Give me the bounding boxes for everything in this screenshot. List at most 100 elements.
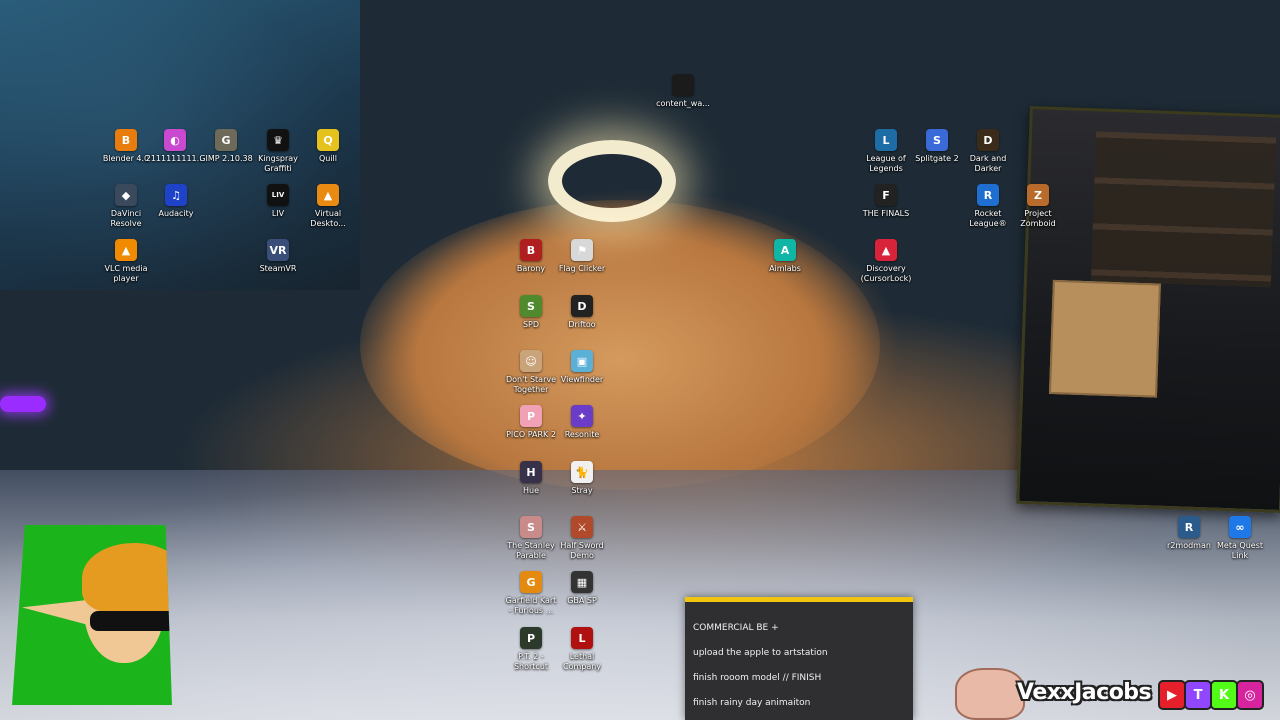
purple-light [0, 396, 46, 412]
desktop-icon[interactable]: F THE FINALS [849, 184, 923, 219]
kick-icon: K [1210, 680, 1238, 710]
gba-sp-icon: ▦ [571, 571, 593, 593]
desktop-icon-label: Discovery (CursorLock) [860, 264, 912, 283]
spd-icon: S [520, 295, 542, 317]
desktop-icon[interactable]: Q Quill [291, 129, 365, 164]
viewfinder-icon: ▣ [571, 350, 593, 372]
quill-icon: Q [317, 129, 339, 151]
todo-accent-bar [685, 597, 913, 602]
desktop-icon-label: Dark and Darker [969, 154, 1007, 173]
desktop-icon-label: content_wa... [656, 99, 710, 108]
virtual-desktop-icon: ▲ [317, 184, 339, 206]
desktop-icon-label: Quill [318, 154, 338, 163]
desktop: content_wa... B Blender 4.0 ◐ 2111111111... G… [0, 0, 1280, 720]
desktop-icon-label: Virtual Deskto... [310, 209, 346, 228]
desktop-icon[interactable]: VR SteamVR [241, 239, 315, 274]
desktop-icon-label: P.T. 2 - Shortcut [513, 652, 549, 671]
stray-cat-icon: 🐈 [571, 461, 593, 483]
davinci-icon: ◆ [115, 184, 137, 206]
todo-item: finish rooom model // FINISH [693, 673, 822, 683]
desktop-icon[interactable]: ♫ Audacity [139, 184, 213, 219]
the-finals-icon: F [875, 184, 897, 206]
desktop-icon-label: Project Zomboid [1020, 209, 1056, 228]
desktop-icon-label: THE FINALS [862, 209, 910, 218]
webcam-shelf [1090, 131, 1277, 288]
flag-icon: ⚑ [571, 239, 593, 261]
meta-quest-icon: ∞ [1229, 516, 1251, 538]
youtube-icon: ▶ [1158, 680, 1186, 710]
desktop-icon[interactable]: ▦ GBA SP [545, 571, 619, 606]
desktop-icon[interactable]: D Dark and Darker [951, 129, 1025, 174]
desktop-icon-label: Audacity [158, 209, 194, 218]
desktop-icon-label: SteamVR [259, 264, 297, 273]
desktop-icon[interactable]: ∞ Meta Quest Link [1203, 516, 1277, 561]
webcam-overlay [1016, 106, 1280, 514]
blender-icon: B [115, 129, 137, 151]
todo-item: upload the apple to artstation [693, 648, 828, 658]
crown-icon: ♛ [267, 129, 289, 151]
desktop-icon-label: Half Sword Demo [560, 541, 604, 560]
twitch-icon: T [1184, 680, 1212, 710]
dont-starve-icon: ☺ [520, 350, 542, 372]
webcam-cardboard-box [1048, 279, 1161, 398]
dark-and-darker-icon: D [977, 129, 999, 151]
desktop-icon[interactable]: D Driftoo [545, 295, 619, 330]
desktop-icon[interactable]: content_wa... [646, 74, 720, 109]
desktop-icon-label: VLC media player [104, 264, 148, 283]
hue-icon: H [520, 461, 542, 483]
streamer-avatar [12, 525, 172, 705]
desktop-icon[interactable]: ⚔ Half Sword Demo [545, 516, 619, 561]
driftoo-icon: D [571, 295, 593, 317]
desktop-icon[interactable]: L Lethal Company [545, 627, 619, 672]
desktop-icon[interactable]: ▣ Viewfinder [545, 350, 619, 385]
desktop-icon[interactable]: 🐈 Stray [545, 461, 619, 496]
desktop-icon-label: Stray [571, 486, 593, 495]
instagram-icon: ◎ [1236, 680, 1264, 710]
desktop-icon-label: Resonite [564, 430, 600, 439]
lethal-company-icon: L [571, 627, 593, 649]
desktop-icon[interactable]: ▲ Discovery (CursorLock) [849, 239, 923, 284]
content-file-icon [672, 74, 694, 96]
desktop-icon-label: Lethal Company [562, 652, 602, 671]
desktop-icon-label: SPD [522, 320, 540, 329]
desktop-icon-label: Viewfinder [560, 375, 604, 384]
half-sword-icon: ⚔ [571, 516, 593, 538]
color-swirl-icon: ◐ [164, 129, 186, 151]
ring-light [548, 140, 676, 222]
pico-park-icon: P [520, 405, 542, 427]
streamer-name: VexxJacobs [1017, 680, 1152, 705]
gimp-icon: G [215, 129, 237, 151]
desktop-icon-label: LIV [271, 209, 285, 218]
garfield-kart-icon: G [520, 571, 542, 593]
liv-icon: LIV [267, 184, 289, 206]
resonite-icon: ✦ [571, 405, 593, 427]
todo-item: COMMERCIAL BE + [693, 623, 779, 633]
desktop-icon[interactable]: Z Project Zomboid [1001, 184, 1075, 229]
headphones-icon: ♫ [165, 184, 187, 206]
desktop-icon-label: Hue [522, 486, 539, 495]
stream-branding: VexxJacobs ▶ T K ◎ [955, 668, 1280, 720]
r2modman-icon: R [1178, 516, 1200, 538]
todo-panel: COMMERCIAL BE + upload the apple to arts… [685, 597, 913, 720]
desktop-icon[interactable]: ▲ Virtual Deskto... [291, 184, 365, 229]
rocket-league-icon: R [977, 184, 999, 206]
desktop-icon-label: Barony [516, 264, 546, 273]
cursorlock-icon: ▲ [875, 239, 897, 261]
desktop-icon-label: Driftoo [568, 320, 596, 329]
todo-item: finish rainy day animaiton [693, 698, 811, 708]
splitgate-icon: S [926, 129, 948, 151]
desktop-icon-label: GBA SP [567, 596, 597, 605]
desktop-icon[interactable]: ⚑ Flag Clicker [545, 239, 619, 274]
stanley-parable-icon: S [520, 516, 542, 538]
league-of-legends-icon: L [875, 129, 897, 151]
desktop-icon-label: DaVinci Resolve [110, 209, 142, 228]
desktop-icon[interactable]: A Aimlabs [748, 239, 822, 274]
project-zomboid-icon: Z [1027, 184, 1049, 206]
desktop-icon[interactable]: ▲ VLC media player [89, 239, 163, 284]
barony-shield-icon: B [520, 239, 542, 261]
desktop-icon[interactable]: ✦ Resonite [545, 405, 619, 440]
cat-sprite-icon [955, 668, 1025, 720]
desktop-icon-label: Flag Clicker [558, 264, 606, 273]
desktop-icon-label: Meta Quest Link [1217, 541, 1263, 560]
pt2-icon: P [520, 627, 542, 649]
